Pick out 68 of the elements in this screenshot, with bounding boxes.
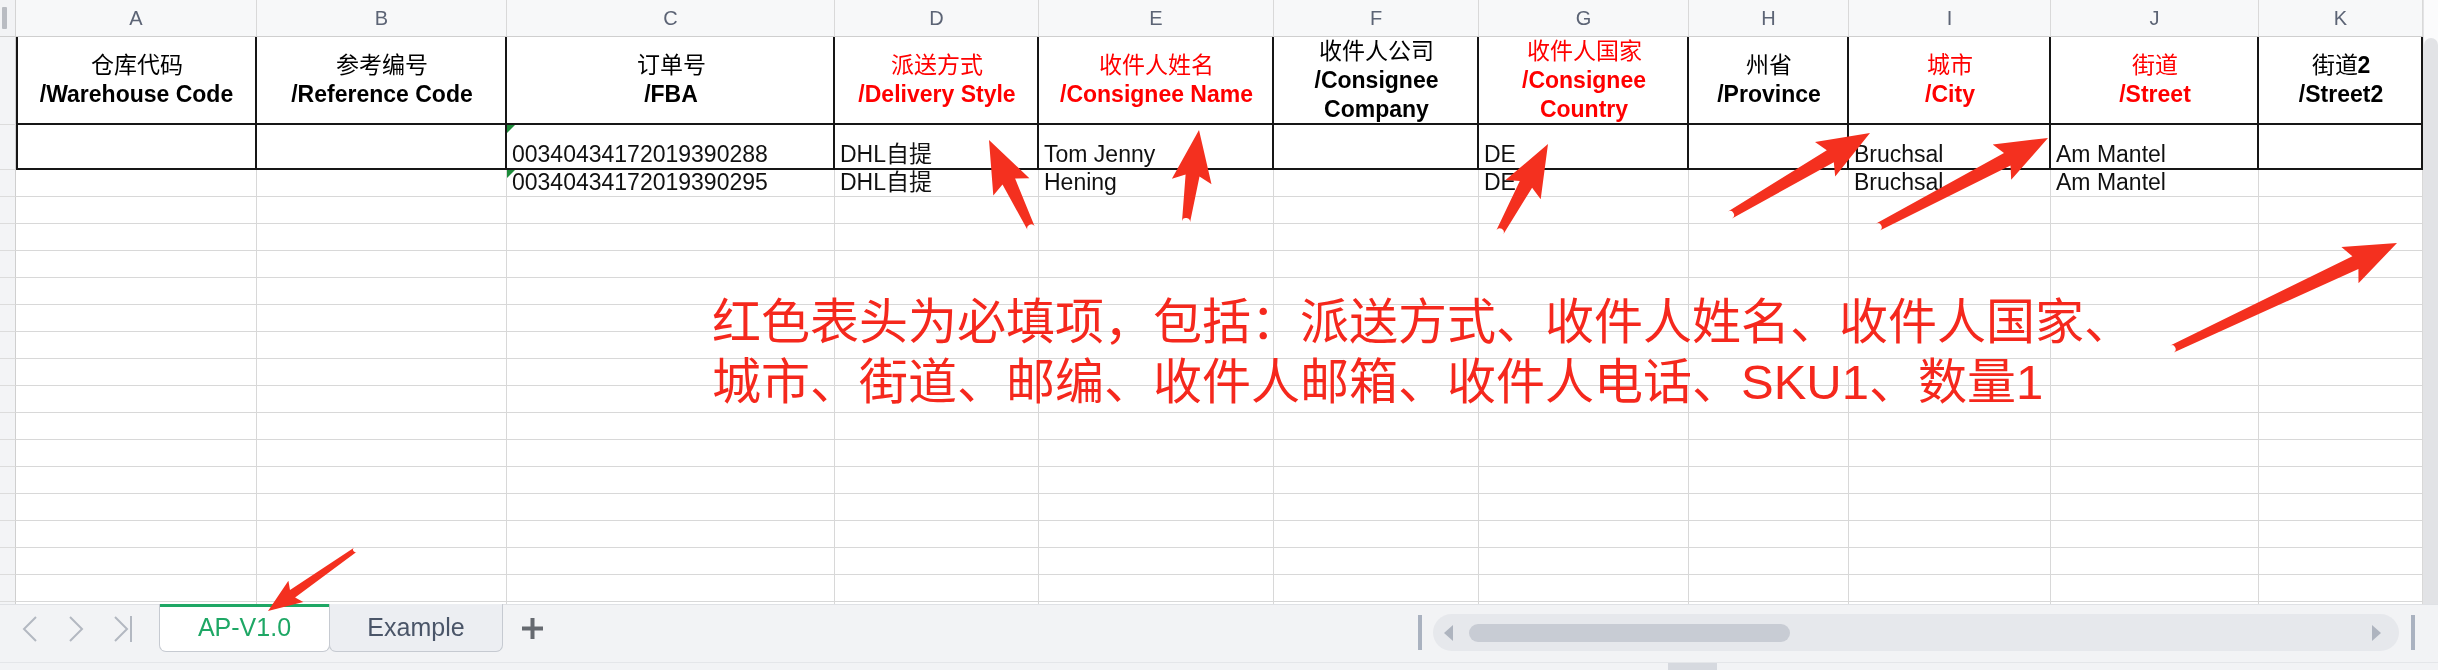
city-name: Bruchsal: [1854, 169, 1944, 196]
row-header[interactable]: [0, 125, 16, 170]
sheet-tab[interactable]: AP-V1.0: [159, 604, 330, 652]
skip-to-end-icon[interactable]: [114, 614, 132, 643]
column-title: 街道2 /Street2: [2298, 51, 2384, 109]
row-header[interactable]: [0, 197, 16, 224]
row-header[interactable]: [0, 37, 16, 125]
scroll-left-icon[interactable]: [1444, 624, 1453, 641]
sheet-tab[interactable]: Example: [329, 604, 503, 652]
column-title: 收件人国家 /Consignee Country: [1522, 36, 1646, 124]
column-letter[interactable]: K: [2259, 0, 2423, 37]
order-number: 00340434172019390288: [512, 141, 768, 168]
column-title: 参考编号 /Reference Code: [291, 51, 473, 109]
city-name: Bruchsal: [1854, 141, 1944, 168]
handle-icon[interactable]: [2, 7, 7, 29]
column-title: 仓库代码 /Warehouse Code: [39, 51, 234, 109]
resize-handle[interactable]: [1668, 663, 1717, 670]
row-header[interactable]: [0, 413, 16, 440]
column-letter[interactable]: D: [835, 0, 1039, 37]
chevron-right-icon[interactable]: [68, 614, 84, 643]
column-letter[interactable]: C: [507, 0, 835, 37]
country-code: DE: [1484, 141, 1516, 168]
row-header[interactable]: [0, 575, 16, 602]
splitter-handle[interactable]: [2411, 615, 2415, 650]
column-title: 派送方式 /Delivery Style: [858, 51, 1016, 109]
column-title: 订单号 /FBA: [636, 51, 706, 109]
horizontal-scrollbar[interactable]: [1433, 614, 2399, 651]
row-header[interactable]: [0, 467, 16, 494]
street-name: Am Mantel: [2056, 141, 2166, 168]
column-title: 收件人姓名 /Consignee Name: [1060, 51, 1253, 109]
column-letter[interactable]: I: [1849, 0, 2051, 37]
order-number: 00340434172019390295: [512, 169, 768, 196]
street-name: Am Mantel: [2056, 169, 2166, 196]
column-letter[interactable]: H: [1689, 0, 1849, 37]
row-header[interactable]: [0, 386, 16, 413]
row-header[interactable]: [0, 170, 16, 197]
row-header[interactable]: [0, 278, 16, 305]
column-title: 城市 /City: [1925, 51, 1975, 109]
column-letter[interactable]: E: [1039, 0, 1274, 37]
delivery-method: DHL自提: [840, 169, 932, 196]
select-all-corner[interactable]: [0, 0, 16, 37]
annotation-text: 红色表头为必填项，包括：派送方式、收件人姓名、收件人国家、 城市、街道、邮编、收件人邮箱、收件人电话、SKU1、数量1: [712, 294, 2133, 411]
row-header[interactable]: [0, 332, 16, 359]
consignee-name: Tom Jenny: [1044, 141, 1156, 168]
plus-icon[interactable]: [522, 618, 543, 639]
delivery-method: DHL自提: [840, 141, 932, 168]
row-header[interactable]: [0, 494, 16, 521]
row-header[interactable]: [0, 359, 16, 386]
column-title: 收件人公司 /Consignee Company: [1314, 36, 1439, 124]
row-header[interactable]: [0, 251, 16, 278]
column-letter[interactable]: A: [16, 0, 257, 37]
scrollbar-thumb[interactable]: [1469, 623, 1790, 642]
country-code: DE: [1484, 169, 1516, 196]
splitter-handle[interactable]: [1418, 615, 1422, 650]
consignee-name: Hening: [1044, 169, 1117, 196]
column-letter[interactable]: J: [2051, 0, 2259, 37]
chevron-left-icon[interactable]: [22, 614, 38, 643]
row-header[interactable]: [0, 224, 16, 251]
row-header[interactable]: [0, 521, 16, 548]
scroll-right-icon[interactable]: [2372, 624, 2381, 641]
row-header[interactable]: [0, 305, 16, 332]
column-letter[interactable]: B: [257, 0, 507, 37]
row-header[interactable]: [0, 548, 16, 575]
column-title: 街道 /Street: [2119, 51, 2191, 109]
column-letter[interactable]: G: [1479, 0, 1689, 37]
column-title: 州省 /Province: [1717, 51, 1821, 109]
column-letter[interactable]: F: [1274, 0, 1479, 37]
row-header[interactable]: [0, 440, 16, 467]
